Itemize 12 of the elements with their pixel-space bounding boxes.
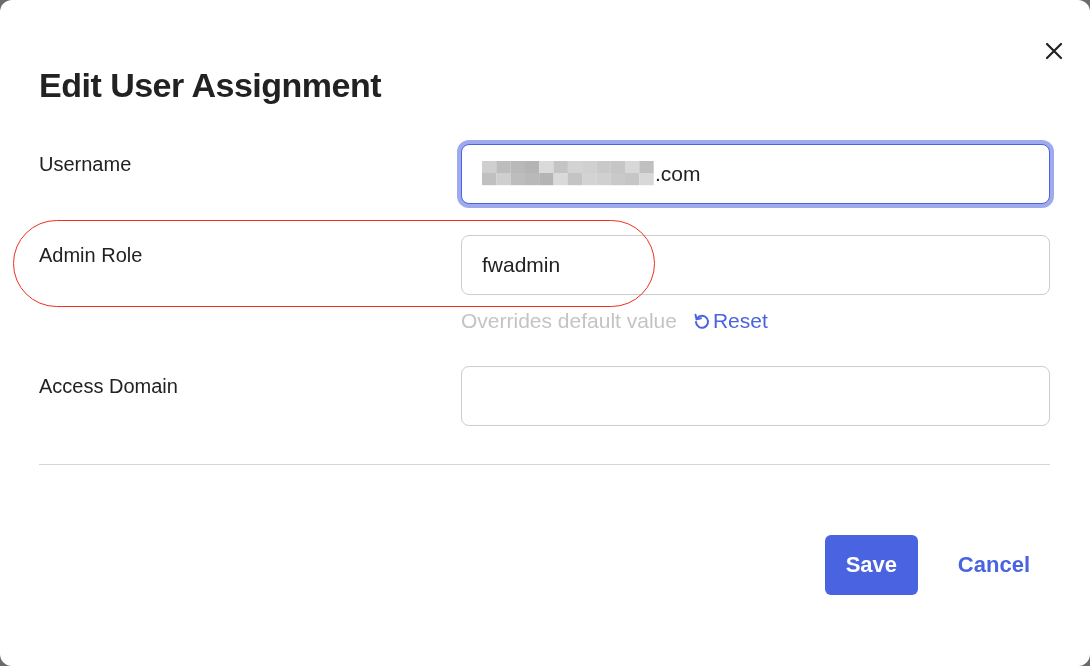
field-label: Access Domain xyxy=(39,374,179,399)
field-label: Username xyxy=(39,152,133,177)
hint-text: Overrides default value xyxy=(461,309,677,333)
input-field[interactable] xyxy=(461,366,1050,426)
save-button[interactable]: Save xyxy=(824,535,918,595)
reset-link[interactable]: Reset xyxy=(692,309,768,333)
cancel-link[interactable]: Cancel xyxy=(957,552,1030,578)
reset-icon[interactable] xyxy=(692,312,711,330)
input-field[interactable]: fwadmin xyxy=(461,235,1050,295)
close-icon[interactable] xyxy=(1045,42,1063,60)
dialog-title: Edit User Assignment xyxy=(39,66,382,104)
field-label: Admin Role xyxy=(39,243,144,268)
